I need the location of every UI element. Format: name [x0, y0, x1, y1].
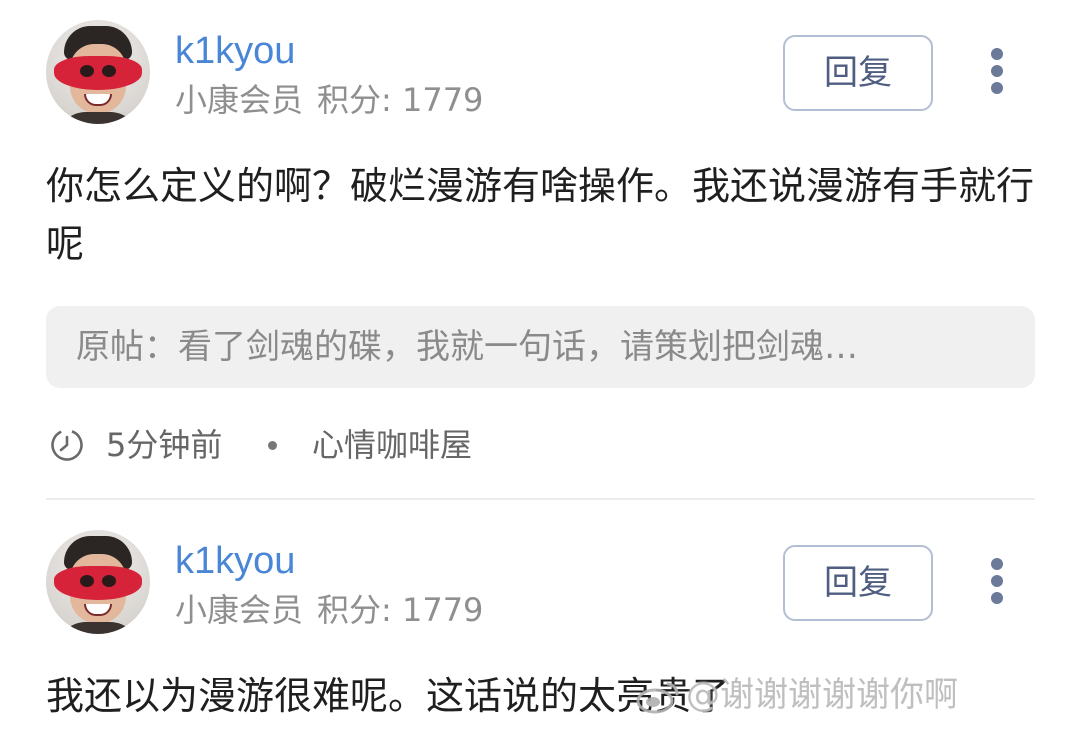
- quoted-post[interactable]: 原帖：看了剑魂的碟，我就一句话，请策划把剑魂…: [46, 306, 1035, 388]
- post-time: 5分钟前: [106, 426, 223, 464]
- user-score: 积分: 1779: [317, 591, 484, 629]
- watermark: @谢谢谢谢谢你啊: [636, 670, 958, 720]
- more-vertical-icon[interactable]: [982, 556, 1012, 606]
- weibo-logo-icon: [636, 682, 679, 713]
- username[interactable]: k1kyou: [175, 536, 295, 586]
- avatar[interactable]: [46, 530, 150, 634]
- separator-dot: [268, 441, 277, 450]
- member-level: 小康会员: [175, 81, 304, 119]
- reply-button[interactable]: 回复: [783, 545, 933, 621]
- more-vertical-icon[interactable]: [982, 46, 1012, 96]
- divider: [46, 498, 1035, 500]
- reply-list-page: k1kyou 小康会员 积分: 1779 回复 你怎么定义的啊？破烂漫游有啥操作。…: [0, 0, 1080, 740]
- reply-button[interactable]: 回复: [783, 35, 933, 111]
- avatar[interactable]: [46, 20, 150, 124]
- watermark-text: @谢谢谢谢谢你啊: [686, 675, 958, 715]
- user-meta: 小康会员 积分: 1779: [175, 78, 483, 122]
- user-meta: 小康会员 积分: 1779: [175, 588, 483, 632]
- user-score: 积分: 1779: [317, 81, 484, 119]
- board-name[interactable]: 心情咖啡屋: [312, 420, 472, 470]
- member-level: 小康会员: [175, 591, 304, 629]
- username[interactable]: k1kyou: [175, 26, 295, 76]
- reply-content: 你怎么定义的啊？破烂漫游有啥操作。我还说漫游有手就行呢: [46, 164, 1035, 266]
- clock-icon: [51, 429, 83, 461]
